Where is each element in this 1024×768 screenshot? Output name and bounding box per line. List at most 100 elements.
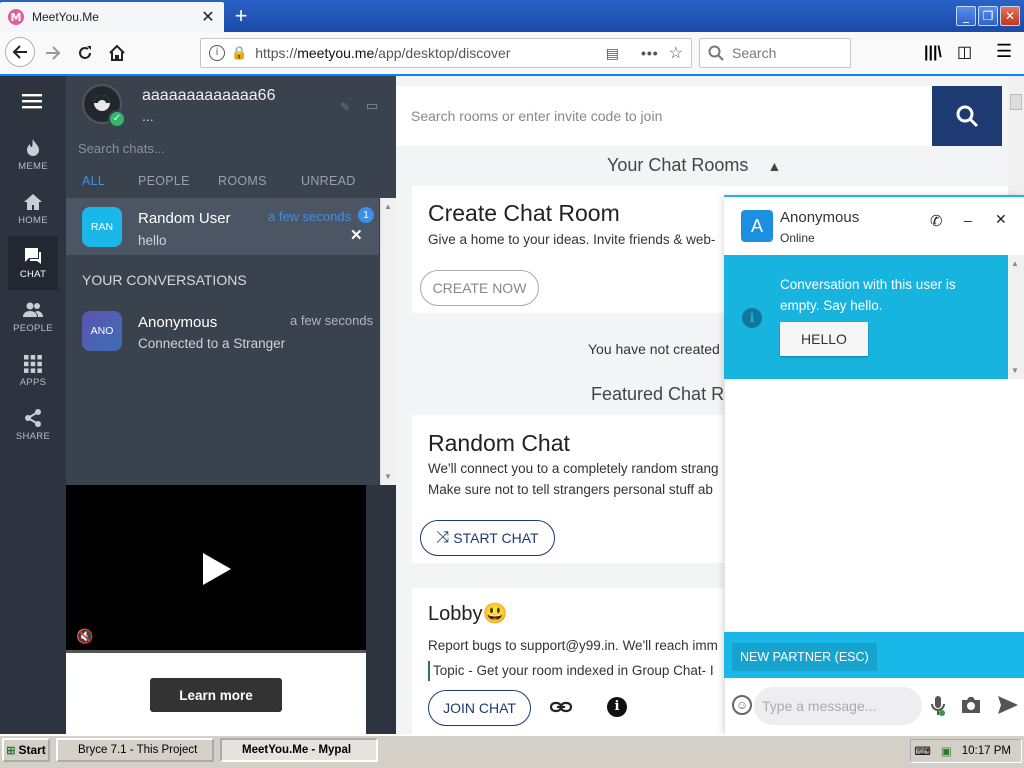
filter-rooms[interactable]: ROOMS <box>218 174 267 188</box>
hello-button[interactable]: HELLO <box>780 322 868 356</box>
bookmark-star-icon[interactable]: ☆ <box>669 43 683 63</box>
minimize-icon[interactable]: – <box>964 212 972 228</box>
app-menu-button[interactable] <box>22 92 44 113</box>
chat-avatar: RAN <box>82 207 122 247</box>
home-icon <box>24 194 42 210</box>
compose-message-icon[interactable]: ▭ <box>366 98 378 114</box>
rail-item-home[interactable]: HOME <box>0 182 66 236</box>
rail-item-chat[interactable]: CHAT <box>8 236 58 290</box>
clock: 10:17 PM <box>961 745 1011 757</box>
search-chats-input[interactable]: Search chats... <box>78 141 378 156</box>
system-tray: ⌨ ▣ 10:17 PM <box>910 739 1022 763</box>
lock-icon[interactable]: 🔒 <box>231 45 247 61</box>
info-icon[interactable]: i <box>209 45 225 61</box>
window-minimize-button[interactable]: _ <box>956 6 976 26</box>
apps-icon <box>24 355 42 373</box>
home-button[interactable] <box>102 38 132 68</box>
edit-status-icon[interactable]: ✎ <box>340 100 350 114</box>
menu-hamburger-icon[interactable]: ☰ <box>996 41 1012 62</box>
reader-view-icon[interactable]: ▤ <box>606 45 619 62</box>
rail-label: PEOPLE <box>13 323 53 334</box>
network-icon[interactable]: ▣ <box>941 744 952 758</box>
keyboard-icon[interactable]: ⌨ <box>914 744 931 758</box>
microphone-icon[interactable] <box>930 695 946 720</box>
sidebar-toggle-icon[interactable]: ◫ <box>957 42 972 62</box>
create-now-button[interactable]: CREATE NOW <box>420 270 539 306</box>
your-chat-rooms-header[interactable]: Your Chat Rooms ▲ <box>607 155 781 176</box>
url-domain: meetyou.me <box>297 45 375 61</box>
rail-label: MEME <box>18 161 48 172</box>
info-icon[interactable]: i <box>607 697 627 717</box>
emoji-icon[interactable]: ☺ <box>732 695 752 715</box>
browser-tab[interactable]: M MeetYou.Me ✕ <box>0 2 224 32</box>
window-close-button[interactable]: ✕ <box>1000 6 1020 26</box>
my-avatar[interactable]: ✓ <box>82 84 126 128</box>
rail-item-share[interactable]: SHARE <box>0 398 66 452</box>
chats-scrollbar[interactable]: ▲ ▼ <box>380 198 396 485</box>
start-chat-button[interactable]: ⤨ START CHAT <box>420 520 555 556</box>
popup-status: Online <box>780 231 815 245</box>
search-icon <box>708 45 724 61</box>
filter-unread[interactable]: UNREAD <box>301 174 356 188</box>
section-title: YOUR CONVERSATIONS <box>82 272 247 288</box>
send-icon[interactable] <box>997 695 1019 718</box>
message-input[interactable]: Type a message... <box>754 687 922 725</box>
my-status: ... <box>142 108 154 124</box>
rail-label: CHAT <box>19 269 47 280</box>
room-search-button[interactable] <box>932 86 1002 146</box>
close-icon[interactable]: ✕ <box>995 211 1007 228</box>
new-partner-button[interactable]: NEW PARTNER (ESC) <box>732 643 877 671</box>
filter-people[interactable]: PEOPLE <box>138 174 190 188</box>
back-arrow-icon <box>12 45 27 59</box>
forward-button[interactable] <box>38 38 68 68</box>
library-icon[interactable]: |||\ <box>924 44 942 62</box>
browser-search-input[interactable]: Search <box>699 38 851 68</box>
popup-scrollbar[interactable]: ▲ ▼ <box>1008 255 1024 379</box>
join-chat-button[interactable]: JOIN CHAT <box>428 690 531 726</box>
chat-last-message: hello <box>138 233 167 248</box>
chat-avatar: ANO <box>82 311 122 351</box>
create-room-desc: Give a home to your ideas. Invite friend… <box>428 232 716 247</box>
shuffle-icon: ⤨ <box>436 529 450 546</box>
phone-icon[interactable]: ✆ <box>930 212 943 230</box>
learn-more-button[interactable]: Learn more <box>150 678 282 712</box>
room-search-input[interactable]: Search rooms or enter invite code to joi… <box>396 86 932 146</box>
chevron-up-icon[interactable]: ▲ <box>767 158 781 174</box>
popup-avatar[interactable]: A <box>741 210 773 242</box>
start-button[interactable]: ⊞ Start <box>2 738 50 762</box>
chat-icon <box>25 248 41 264</box>
chat-last-message: Connected to a Stranger <box>138 336 286 351</box>
your-chat-rooms-label: Your Chat Rooms <box>607 155 749 175</box>
mute-icon[interactable]: 🔇 <box>76 628 93 645</box>
new-tab-button[interactable]: + <box>228 3 254 29</box>
rail-label: HOME <box>18 215 48 226</box>
share-icon <box>25 409 41 427</box>
play-icon[interactable] <box>201 551 233 590</box>
filter-all[interactable]: ALL <box>82 174 105 188</box>
flame-icon <box>27 139 39 156</box>
random-chat-line2: Make sure not to tell strangers personal… <box>428 482 713 497</box>
rail-item-apps[interactable]: APPS <box>0 344 66 398</box>
link-icon[interactable] <box>549 697 573 720</box>
taskbar-app-label: MeetYou.Me - Mypal <box>242 744 352 756</box>
video-progress-bar[interactable] <box>66 650 366 653</box>
window-restore-button[interactable]: ❐ <box>978 6 998 26</box>
my-username: aaaaaaaaaaaaa66 <box>142 87 276 104</box>
chat-name: Anonymous <box>138 314 218 331</box>
random-chat-line1: We'll connect you to a completely random… <box>428 461 719 476</box>
rail-label: SHARE <box>15 431 51 442</box>
url-bar[interactable]: i 🔒 https://meetyou.me/app/desktop/disco… <box>200 38 692 68</box>
rail-item-people[interactable]: PEOPLE <box>0 290 66 344</box>
taskbar-item-mypal[interactable]: MeetYou.Me - Mypal <box>220 738 378 762</box>
taskbar-app-label: Bryce 7.1 - This Project <box>78 744 198 756</box>
camera-icon[interactable] <box>960 695 982 718</box>
back-button[interactable] <box>5 37 35 67</box>
reload-button[interactable] <box>70 38 100 68</box>
rail-item-meme[interactable]: MEME <box>0 128 66 182</box>
forward-arrow-icon <box>46 46 61 60</box>
remove-chat-icon[interactable]: ✕ <box>350 226 363 244</box>
search-icon <box>956 105 979 128</box>
tab-close-icon[interactable]: ✕ <box>200 7 216 27</box>
page-actions-icon[interactable]: ••• <box>641 45 659 61</box>
taskbar-item-bryce[interactable]: Bryce 7.1 - This Project <box>56 738 214 762</box>
